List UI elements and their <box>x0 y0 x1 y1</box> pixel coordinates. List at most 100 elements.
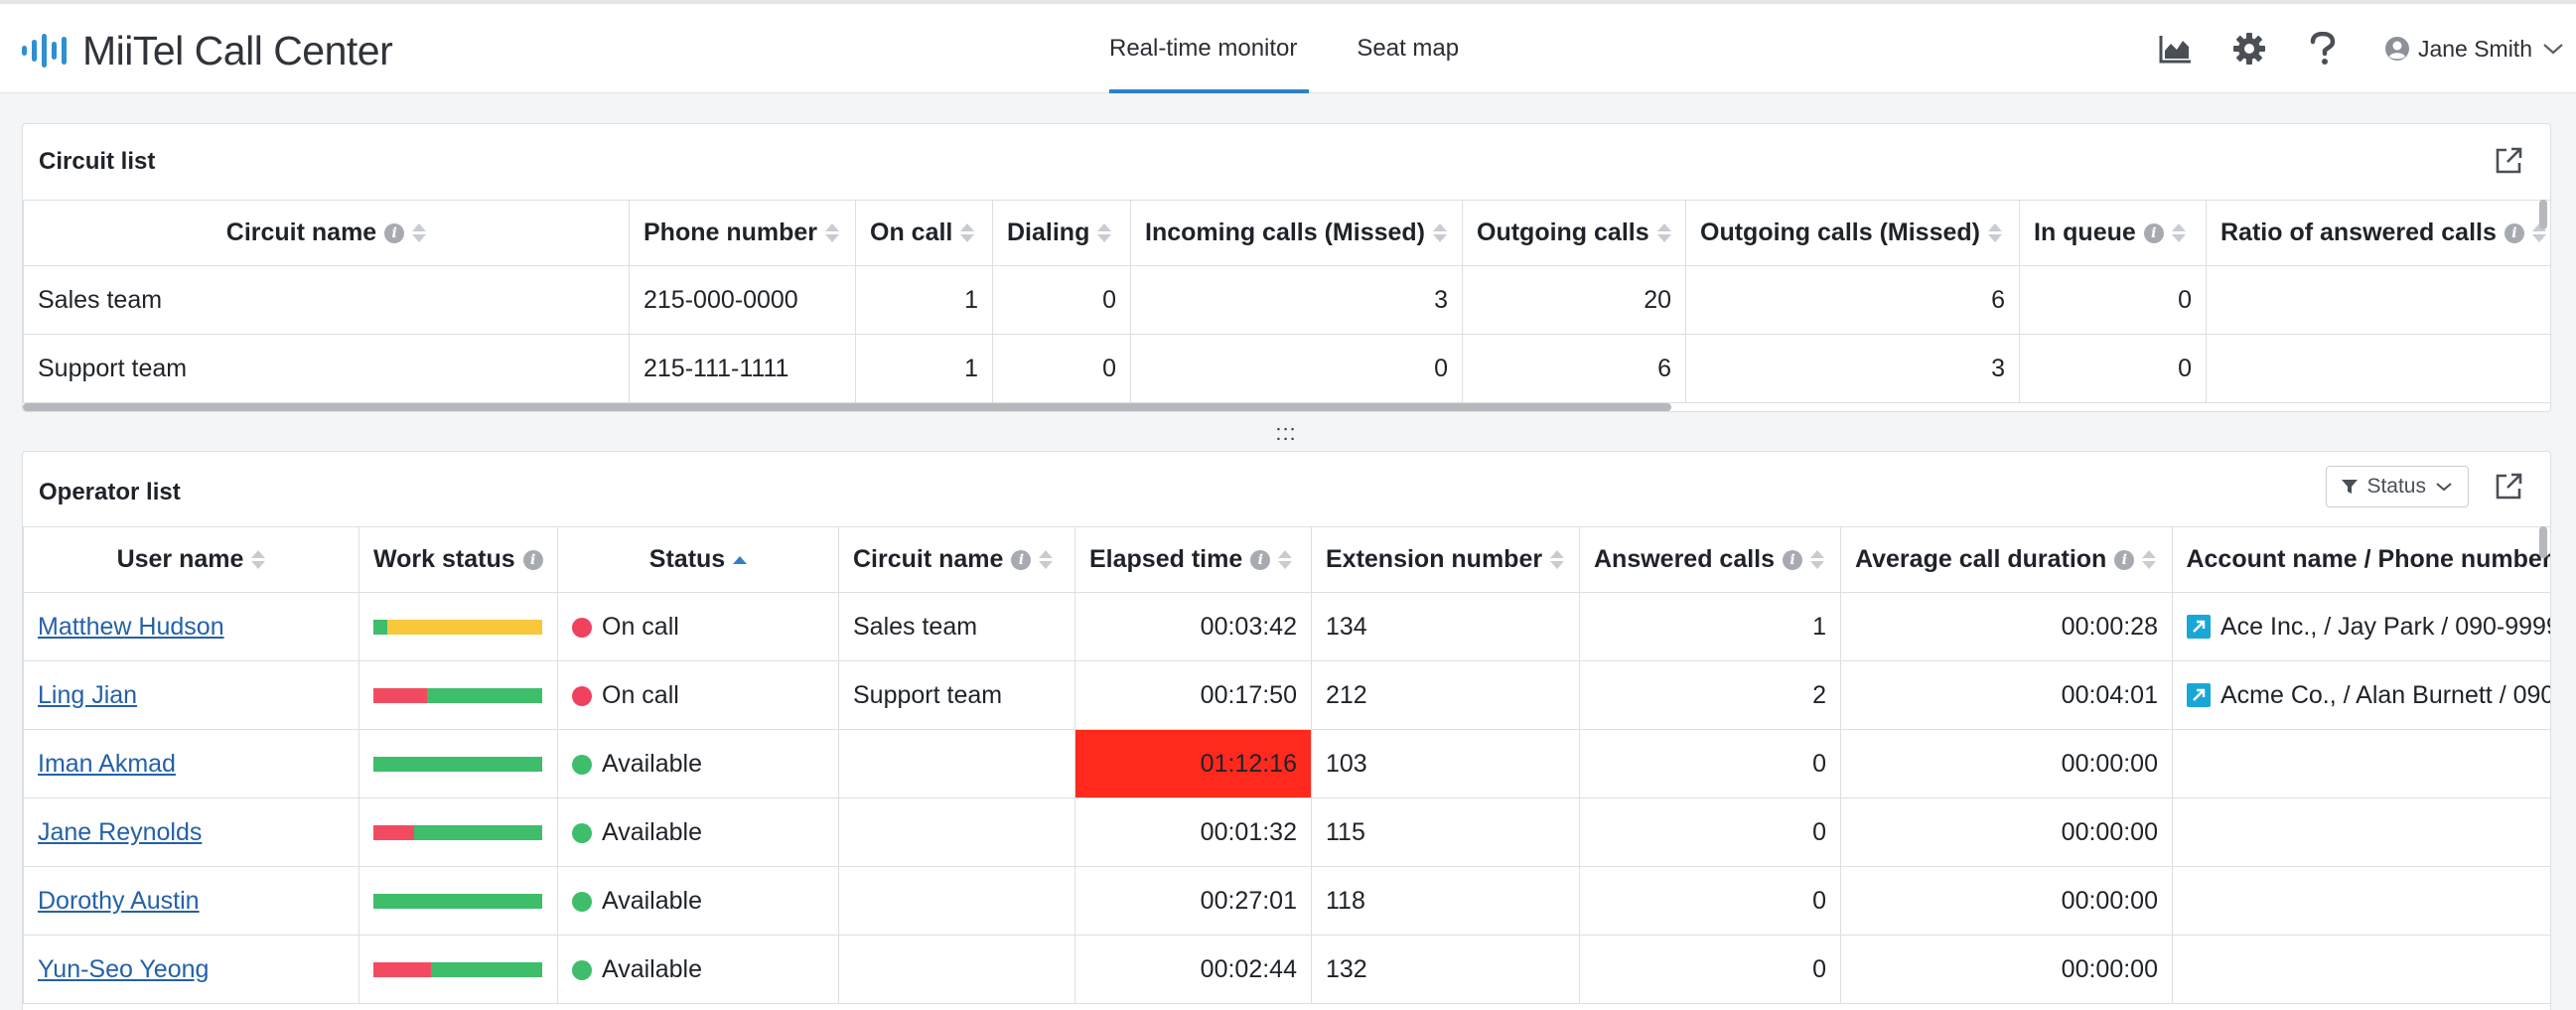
panel-resize-handle[interactable]: ::: <box>1271 420 1301 445</box>
sort-icon[interactable] <box>1987 223 2002 242</box>
cell-elapsed-time: 00:01:32 <box>1074 797 1312 867</box>
column-header-outgoing-calls-missed[interactable]: Outgoing calls (Missed) <box>1685 200 2020 266</box>
work-status-bar <box>373 893 542 909</box>
cell-account-name <box>2172 729 2550 798</box>
column-header-ratio-of-answered-calls[interactable]: Ratio of answered calls i <box>2206 200 2550 266</box>
sort-icon[interactable] <box>1810 550 1825 569</box>
cell-user-name: Yun-Seo Yeong <box>23 935 359 1004</box>
column-header-user-name[interactable]: User name <box>23 526 359 593</box>
crm-link-icon[interactable] <box>2187 683 2211 707</box>
cell-user-name: Ling Jian <box>23 660 359 730</box>
column-header-circuit-name[interactable]: Circuit name i <box>838 526 1075 593</box>
info-icon[interactable]: i <box>384 222 405 243</box>
info-icon[interactable]: i <box>2143 222 2164 243</box>
cell-work-status <box>358 660 558 730</box>
column-header-circuit-name[interactable]: Circuit name i <box>23 200 630 266</box>
sort-icon[interactable] <box>1550 550 1565 569</box>
sort-icon[interactable] <box>1039 550 1054 569</box>
status-dot-icon <box>572 891 592 912</box>
work-status-bar <box>373 824 542 840</box>
sort-icon[interactable] <box>251 550 266 569</box>
info-icon[interactable]: i <box>1250 549 1271 570</box>
sort-icon[interactable] <box>2171 223 2186 242</box>
user-name-link[interactable]: Dorothy Austin <box>38 887 200 915</box>
tab-seat-map[interactable]: Seat map <box>1345 4 1471 93</box>
column-header-incoming-calls-missed[interactable]: Incoming calls (Missed) <box>1130 200 1463 266</box>
sort-icon[interactable] <box>1278 550 1293 569</box>
column-header-phone-number[interactable]: Phone number <box>629 200 856 266</box>
vertical-scrollbar[interactable] <box>2539 200 2547 229</box>
column-header-outgoing-calls[interactable]: Outgoing calls <box>1462 200 1686 266</box>
column-header-average-call-duration[interactable]: Average call duration i <box>1840 526 2173 593</box>
info-icon[interactable]: i <box>1011 549 1032 570</box>
cell-answered-calls: 1 <box>1579 592 1841 661</box>
user-menu[interactable]: Jane Smith <box>2384 36 2576 63</box>
user-name-link[interactable]: Jane Reynolds <box>38 818 202 846</box>
column-header-status[interactable]: Status <box>557 526 839 593</box>
info-icon[interactable]: i <box>2504 222 2524 243</box>
column-header-elapsed-time[interactable]: Elapsed time i <box>1074 526 1312 593</box>
sort-icon[interactable] <box>960 223 975 242</box>
gear-icon[interactable] <box>2227 27 2271 71</box>
info-icon[interactable]: i <box>1783 549 1803 570</box>
table-row[interactable]: Sales team215-000-00001032060- <box>23 265 2550 335</box>
cell-extension-number: 118 <box>1311 866 1580 936</box>
crm-link-icon[interactable] <box>2187 615 2211 639</box>
sort-icon[interactable] <box>1097 223 1112 242</box>
column-header-in-queue[interactable]: In queue i <box>2019 200 2207 266</box>
tab-real-time-monitor[interactable]: Real-time monitor <box>1097 4 1310 93</box>
vertical-scrollbar[interactable] <box>2539 526 2547 558</box>
table-row[interactable]: Iman Akmad Available 01:12:16 103 0 00:00:00 <box>23 729 2550 798</box>
status-label: Available <box>602 749 703 778</box>
work-status-bar <box>373 687 542 703</box>
table-row[interactable]: Dorothy Austin Available 00:27:01 118 0 00:00… <box>23 866 2550 936</box>
cell-incoming-calls-missed: 0 <box>1130 334 1463 403</box>
column-header-work-status[interactable]: Work status i <box>358 526 558 593</box>
status-filter-button[interactable]: Status <box>2326 466 2469 507</box>
info-icon[interactable]: i <box>522 549 543 570</box>
cell-incoming-calls-missed: 3 <box>1130 265 1463 335</box>
column-header-account-name-phone-number[interactable]: Account name / Phone number <box>2172 526 2550 593</box>
column-header-on-call[interactable]: On call <box>855 200 993 266</box>
user-name-link[interactable]: Iman Akmad <box>38 750 176 778</box>
app-logo[interactable]: MiiTel Call Center <box>22 26 393 75</box>
column-header-extension-number[interactable]: Extension number <box>1311 526 1580 593</box>
table-row[interactable]: Yun-Seo Yeong Available 00:02:44 132 0 00:00:… <box>23 935 2550 1004</box>
open-external-icon[interactable] <box>2493 145 2524 177</box>
column-header-dialing[interactable]: Dialing <box>992 200 1131 266</box>
cell-status: On call <box>557 592 839 661</box>
table-row[interactable]: Support team215-111-1111100630- <box>23 334 2550 403</box>
sort-icon[interactable] <box>733 555 748 564</box>
cell-circuit-name: Sales team <box>838 592 1075 661</box>
analytics-chart-icon[interactable] <box>2154 27 2198 71</box>
open-external-icon[interactable] <box>2493 471 2524 503</box>
user-name-link[interactable]: Matthew Hudson <box>38 613 224 641</box>
horizontal-scrollbar[interactable] <box>23 403 1671 411</box>
info-icon[interactable]: i <box>2114 549 2135 570</box>
table-row[interactable]: Matthew Hudson On call Sales team 00:03:42 1… <box>23 592 2550 661</box>
user-name-link[interactable]: Yun-Seo Yeong <box>38 955 209 983</box>
main-nav: Real-time monitor Seat map <box>1097 4 1506 93</box>
status-label: Available <box>602 817 703 846</box>
table-row[interactable]: Jane Reynolds Available 00:01:32 115 0 00:00:… <box>23 797 2550 867</box>
sort-icon[interactable] <box>412 223 427 242</box>
sort-icon[interactable] <box>1433 223 1448 242</box>
column-header-label: Ratio of answered calls <box>2220 218 2497 246</box>
cell-elapsed-time: 00:17:50 <box>1074 660 1312 730</box>
sort-icon[interactable] <box>825 223 840 242</box>
table-row[interactable]: Ling Jian On call Support team 00:17:50 212 2… <box>23 660 2550 730</box>
column-header-label: Outgoing calls (Missed) <box>1700 218 1980 246</box>
cell-outgoing-calls: 20 <box>1462 265 1686 335</box>
cell-account-name <box>2172 866 2550 936</box>
user-name-link[interactable]: Ling Jian <box>38 681 137 709</box>
cell-circuit-name: Sales team <box>23 265 630 335</box>
cell-on-call: 1 <box>855 334 993 403</box>
cell-user-name: Jane Reynolds <box>23 797 359 867</box>
status-dot-icon <box>572 754 592 775</box>
sort-icon[interactable] <box>1656 223 1671 242</box>
help-question-icon[interactable] <box>2301 27 2345 71</box>
sort-icon[interactable] <box>2142 550 2157 569</box>
column-header-answered-calls[interactable]: Answered calls i <box>1579 526 1841 593</box>
work-status-segment <box>373 619 387 635</box>
cell-work-status <box>358 729 558 798</box>
